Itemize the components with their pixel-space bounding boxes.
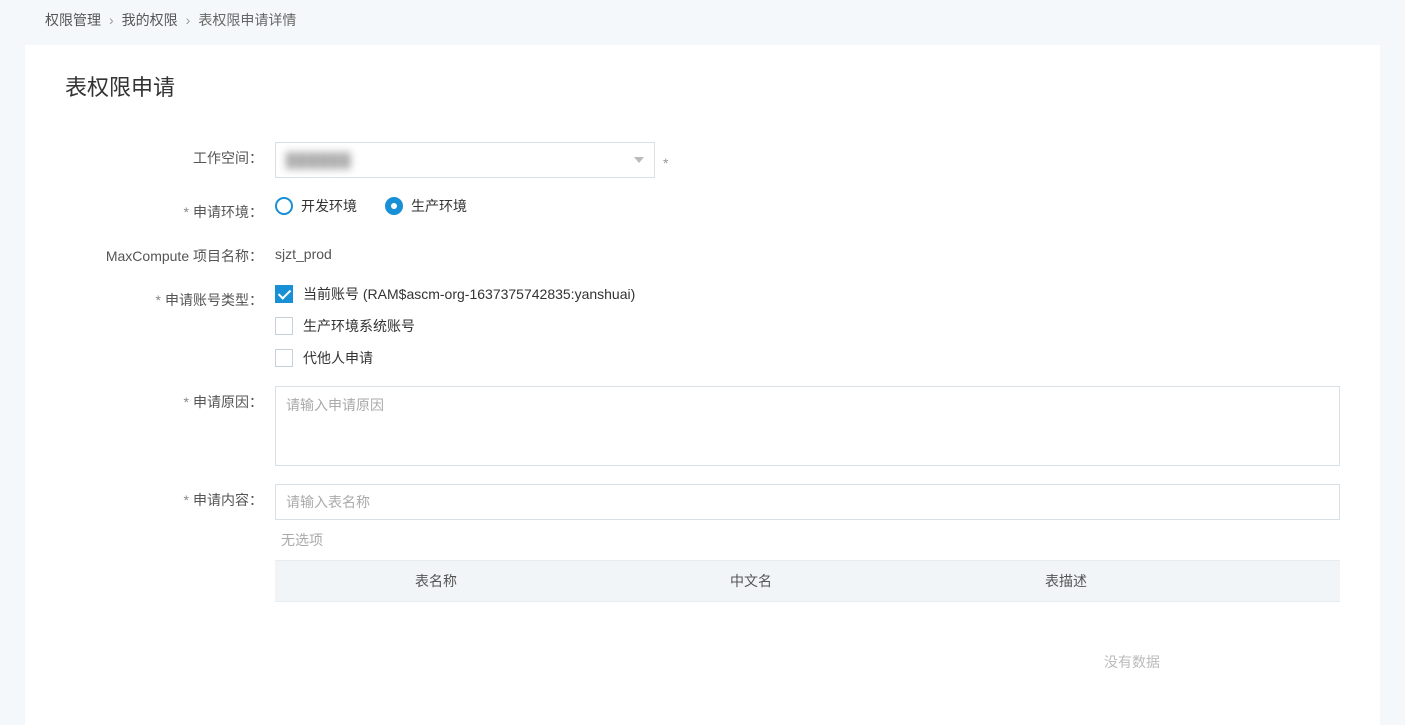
env-prod-label: 生产环境 [411, 196, 467, 216]
chevron-right-icon: › [109, 12, 114, 28]
chevron-down-icon [634, 157, 644, 163]
reason-label: 申请原因： [65, 386, 275, 412]
workspace-required-mark: * [663, 149, 668, 171]
breadcrumb-root[interactable]: 权限管理 [45, 10, 101, 30]
env-radio-dev[interactable]: 开发环境 [275, 196, 357, 216]
content-label: 申请内容： [65, 484, 275, 510]
env-dev-label: 开发环境 [301, 196, 357, 216]
main-panel: 表权限申请 工作空间： ██████ * 申请环境： 开发环境 生产环境 Max… [25, 45, 1380, 725]
reason-textarea[interactable] [275, 386, 1340, 466]
table-empty: 没有数据 [275, 602, 1340, 682]
col-table-name: 表名称 [395, 571, 710, 591]
radio-icon [275, 197, 293, 215]
checkbox-icon [275, 285, 293, 303]
account-type-label: 申请账号类型： [65, 284, 275, 310]
workspace-label: 工作空间： [65, 142, 275, 168]
project-value: sjzt_prod [275, 240, 332, 262]
col-cn-name: 中文名 [710, 571, 1025, 591]
chevron-right-icon: › [186, 12, 191, 28]
checkbox-icon [275, 317, 293, 335]
radio-icon [385, 197, 403, 215]
table-search-input[interactable] [275, 484, 1340, 520]
workspace-value: ██████ [286, 152, 352, 168]
account-type-proxy-label: 代他人申请 [303, 348, 373, 368]
breadcrumb-current: 表权限申请详情 [198, 10, 296, 30]
no-option-text: 无选项 [275, 520, 1340, 560]
account-type-prodsys-checkbox[interactable]: 生产环境系统账号 [275, 316, 635, 336]
col-desc: 表描述 [1025, 571, 1340, 591]
env-label: 申请环境： [65, 196, 275, 222]
account-type-current-checkbox[interactable]: 当前账号 (RAM$ascm-org-1637375742835:yanshua… [275, 284, 635, 304]
env-radio-prod[interactable]: 生产环境 [385, 196, 467, 216]
breadcrumb: 权限管理 › 我的权限 › 表权限申请详情 [0, 0, 1405, 40]
project-label: MaxCompute 项目名称： [65, 240, 275, 266]
table-header: 表名称 中文名 表描述 [275, 560, 1340, 602]
workspace-select[interactable]: ██████ [275, 142, 655, 178]
checkbox-icon [275, 349, 293, 367]
account-type-prodsys-label: 生产环境系统账号 [303, 316, 415, 336]
account-type-current-label: 当前账号 (RAM$ascm-org-1637375742835:yanshua… [303, 284, 635, 304]
account-type-proxy-checkbox[interactable]: 代他人申请 [275, 348, 635, 368]
breadcrumb-mine[interactable]: 我的权限 [122, 10, 178, 30]
page-title: 表权限申请 [65, 70, 1340, 102]
